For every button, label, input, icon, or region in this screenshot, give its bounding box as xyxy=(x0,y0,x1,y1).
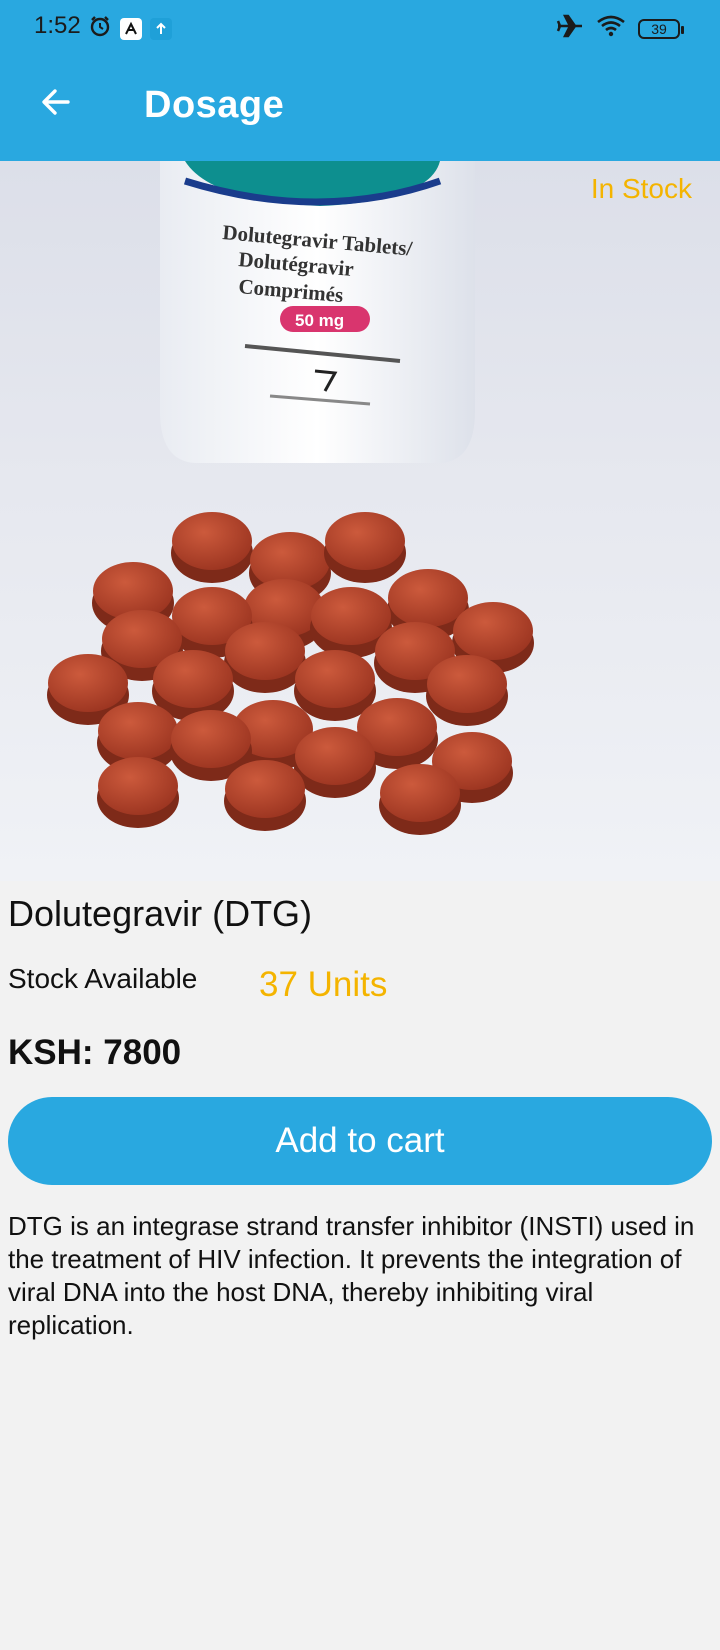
app-notification-icon xyxy=(120,17,142,40)
tablet xyxy=(225,622,305,680)
tablet xyxy=(388,569,468,627)
tablet xyxy=(325,512,405,570)
alarm-icon xyxy=(88,14,112,43)
product-name: Dolutegravir (DTG) xyxy=(8,893,313,934)
tablet xyxy=(153,650,233,708)
status-time: 1:52 xyxy=(34,12,81,39)
product-photo: Dolutegravir Tablets/ Dolutégravir Compr… xyxy=(47,161,534,835)
tablet xyxy=(225,760,305,818)
status-icons-right: 39 xyxy=(556,14,684,43)
airplane-icon xyxy=(556,14,584,43)
tablet xyxy=(172,512,252,570)
product-description: DTG is an integrase strand transfer inhi… xyxy=(8,1211,695,1340)
tablet xyxy=(48,654,128,712)
product-image: Dolutegravir Tablets/ Dolutégravir Compr… xyxy=(0,161,720,881)
tablet xyxy=(311,587,391,645)
wifi-icon xyxy=(596,14,626,43)
back-button[interactable] xyxy=(30,78,82,130)
tablet xyxy=(427,655,507,713)
product-price: KSH: 7800 xyxy=(8,1033,182,1072)
stock-status-badge: In Stock xyxy=(590,173,692,204)
dose-label: 50 mg xyxy=(295,311,344,330)
tablet xyxy=(98,702,178,760)
tablet xyxy=(171,710,251,768)
back-arrow-icon xyxy=(38,84,74,125)
tablet xyxy=(295,650,375,708)
tablet xyxy=(380,764,460,822)
battery-icon: 39 xyxy=(638,18,684,39)
page-title: Dosage xyxy=(144,84,285,126)
upload-icon xyxy=(150,17,172,40)
battery-level: 39 xyxy=(651,20,667,37)
tablet xyxy=(453,602,533,660)
tablet xyxy=(295,727,375,785)
add-to-cart-button[interactable]: Add to cart xyxy=(8,1097,712,1185)
tablet xyxy=(98,757,178,815)
status-bar: 1:52 39 xyxy=(0,0,720,56)
stock-available-value: 37 Units xyxy=(259,965,388,1004)
status-icons-left xyxy=(88,14,172,43)
tablets xyxy=(47,512,534,835)
medicine-bottle: Dolutegravir Tablets/ Dolutégravir Compr… xyxy=(160,161,475,463)
app-bar: Dosage xyxy=(0,56,720,161)
stock-available-label: Stock Available xyxy=(8,963,198,994)
